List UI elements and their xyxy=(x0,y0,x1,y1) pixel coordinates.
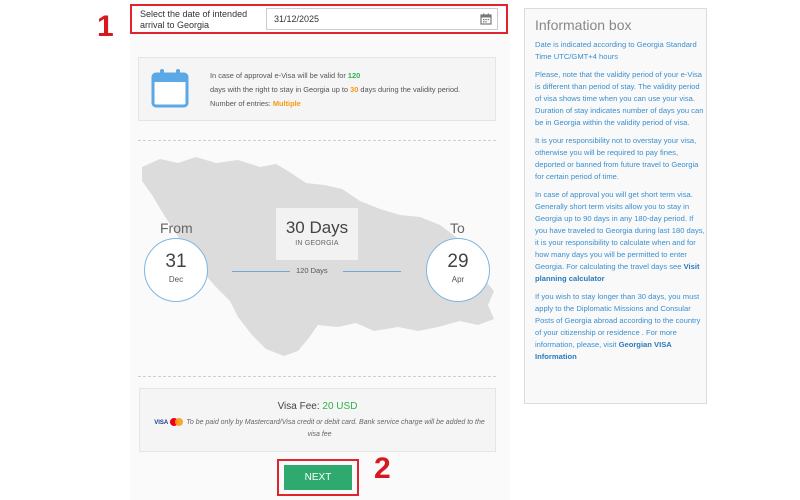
next-button-highlight: NEXT xyxy=(277,459,359,496)
info-paragraph-text: In case of approval you will get short t… xyxy=(535,190,705,271)
from-label: From xyxy=(160,220,193,236)
valid-days: 120 xyxy=(347,71,361,80)
from-day: 31 xyxy=(165,251,187,272)
info-paragraph: Please, note that the validity period of… xyxy=(535,70,704,127)
to-label: To xyxy=(450,220,465,236)
info-paragraph: If you wish to stay longer than 30 days,… xyxy=(535,291,705,363)
validity-days-label: 120 Days xyxy=(296,266,328,275)
visa-fee-card: Visa Fee: 20 USD VISA To be paid only by … xyxy=(139,388,496,452)
entries-value: Multiple xyxy=(272,99,301,108)
visa-fee-label: Visa Fee: xyxy=(277,401,323,412)
annotation-step-2: 2 xyxy=(374,452,391,485)
validity-text: In case of approval e-Visa will be valid… xyxy=(210,69,492,111)
information-box-body: Date is indicated according to Georgia S… xyxy=(535,39,705,369)
info-paragraph: In case of approval you will get short t… xyxy=(535,189,705,285)
fee-note-text: To be paid only by Mastercard/Visa credi… xyxy=(186,419,485,438)
timeline-line-right xyxy=(343,271,401,272)
stay-duration-box: 30 Days IN GEORGIA xyxy=(276,208,358,260)
visa-fee: Visa Fee: 20 USD xyxy=(140,401,495,412)
to-date-circle: 29 Apr xyxy=(426,238,490,302)
info-paragraph: Date is indicated according to Georgia S… xyxy=(535,40,697,61)
stay-location: IN GEORGIA xyxy=(295,240,339,247)
visa-fee-amount: 20 USD xyxy=(322,401,358,412)
to-day: 29 xyxy=(447,251,469,272)
arrival-date-value: 31/12/2025 xyxy=(274,14,320,24)
calendar-icon[interactable] xyxy=(480,13,492,25)
information-box-title: Information box xyxy=(535,17,632,33)
entries-label: Number of entries: xyxy=(210,99,273,108)
info-paragraph: It is your responsibility not to oversta… xyxy=(535,136,699,181)
arrival-date-label: Select the date of intended arrival to G… xyxy=(140,9,248,30)
next-button[interactable]: NEXT xyxy=(284,465,352,490)
validity-text-c: days during the validity period. xyxy=(358,85,461,94)
divider xyxy=(138,140,496,141)
divider xyxy=(138,376,496,377)
annotation-step-1: 1 xyxy=(97,10,114,43)
stay-duration: 30 Days xyxy=(285,218,349,237)
timeline-line-left xyxy=(232,271,290,272)
visa-card-icon: VISA xyxy=(154,420,169,426)
from-month: Dec xyxy=(168,275,184,284)
calendar-icon xyxy=(151,69,189,108)
visa-validity-card: In case of approval e-Visa will be valid… xyxy=(138,57,496,121)
mastercard-icon xyxy=(170,418,184,427)
fee-note: VISA To be paid only by Mastercard/Visa c… xyxy=(152,417,487,441)
validity-text-a: In case of approval e-Visa will be valid… xyxy=(210,71,348,80)
validity-text-b: days with the right to stay in Georgia u… xyxy=(210,85,351,94)
arrival-date-row: Select the date of intended arrival to G… xyxy=(130,4,508,34)
arrival-date-input[interactable]: 31/12/2025 xyxy=(266,8,498,30)
to-month: Apr xyxy=(451,275,465,284)
from-date-circle: 31 Dec xyxy=(144,238,208,302)
information-box: Information box Date is indicated accord… xyxy=(524,8,707,404)
